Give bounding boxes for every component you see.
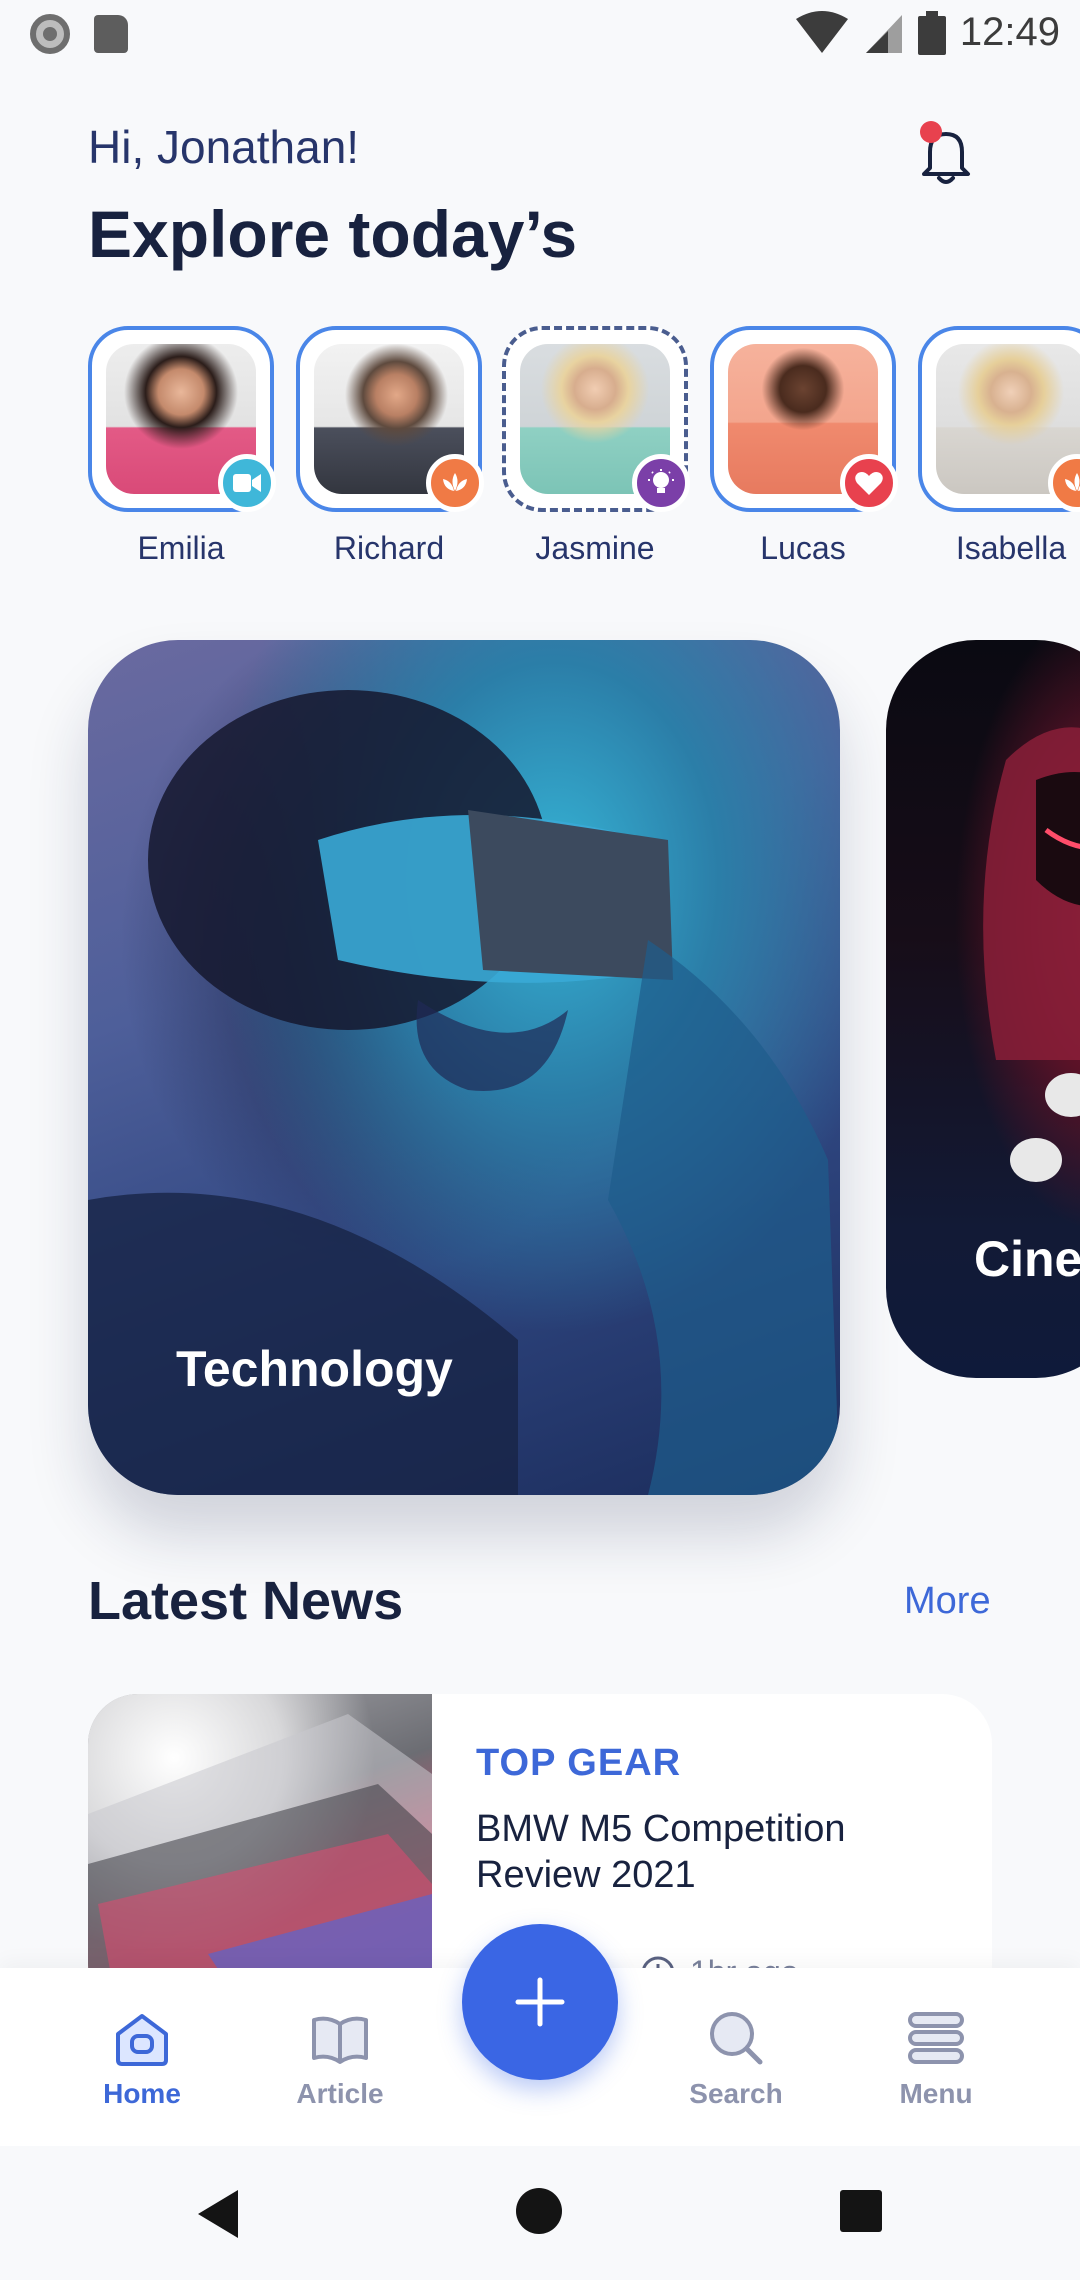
nav-home[interactable]: Home [72, 2006, 212, 2110]
search-icon [710, 2012, 763, 2065]
story-ring [502, 326, 690, 512]
section-title-latest-news: Latest News [88, 1571, 404, 1631]
story-ring [88, 326, 276, 512]
nav-label: Menu [899, 2078, 973, 2109]
nav-label: Article [296, 2078, 384, 2109]
nav-article[interactable]: Article [270, 2006, 410, 2110]
story-name: Jasmine [535, 530, 655, 566]
video-icon [218, 454, 276, 512]
story-jasmine[interactable]: Jasmine [502, 326, 690, 567]
story-lucas[interactable]: Lucas [710, 326, 898, 567]
story-name: Isabella [955, 530, 1067, 566]
menu-icon [908, 2012, 964, 2064]
signal-icon [865, 14, 902, 53]
nav-label: Search [689, 2078, 783, 2109]
status-bar: 12:49 [0, 0, 1080, 66]
notification-dot [920, 121, 942, 143]
sd-card-icon [94, 15, 128, 53]
story-ring [296, 326, 484, 512]
category-label: Technology [176, 1341, 453, 1397]
nav-label: Home [103, 2078, 181, 2109]
story-name: Emilia [137, 530, 225, 566]
story-name: Lucas [760, 530, 846, 566]
laptop-illustration [88, 1714, 432, 2014]
story-richard[interactable]: Richard [296, 326, 484, 567]
lotus-icon [426, 454, 484, 512]
home-icon [116, 2014, 168, 2066]
category-label: Cine [974, 1231, 1080, 1287]
category-card-technology[interactable]: Technology [88, 640, 840, 1495]
story-ring [918, 326, 1080, 512]
record-icon [30, 14, 70, 54]
stories-row: Emilia Richard Jasmine Lucas Isabella [88, 326, 1080, 586]
news-title: BMW M5 Competition Review 2021 [476, 1808, 846, 1896]
add-button[interactable] [462, 1924, 618, 2080]
category-card-cine[interactable]: Cine [886, 640, 1080, 1378]
story-ring [710, 326, 898, 512]
nav-search[interactable]: Search [666, 2006, 806, 2110]
home-circle-icon[interactable] [516, 2188, 562, 2234]
bell-icon[interactable] [910, 118, 982, 190]
story-emilia[interactable]: Emilia [88, 326, 276, 567]
book-icon [312, 2016, 368, 2064]
story-isabella[interactable]: Isabella [918, 326, 1080, 567]
news-source: TOP GEAR [476, 1742, 682, 1784]
page-title: Explore today’s [88, 197, 578, 271]
battery-icon [917, 10, 946, 55]
system-nav-bar [0, 2146, 1080, 2280]
news-thumbnail [88, 1694, 432, 2014]
clock: 12:49 [959, 10, 1060, 54]
heart-icon [840, 454, 898, 512]
plus-icon [515, 1977, 565, 2027]
more-link[interactable]: More [904, 1580, 991, 1623]
lightbulb-icon [632, 454, 690, 512]
recent-apps-icon[interactable] [840, 2190, 882, 2232]
greeting-text: Hi, Jonathan! [88, 121, 360, 173]
story-name: Richard [333, 530, 445, 566]
nav-menu[interactable]: Menu [866, 2006, 1006, 2110]
back-icon[interactable] [198, 2190, 238, 2238]
wifi-icon [795, 10, 848, 53]
